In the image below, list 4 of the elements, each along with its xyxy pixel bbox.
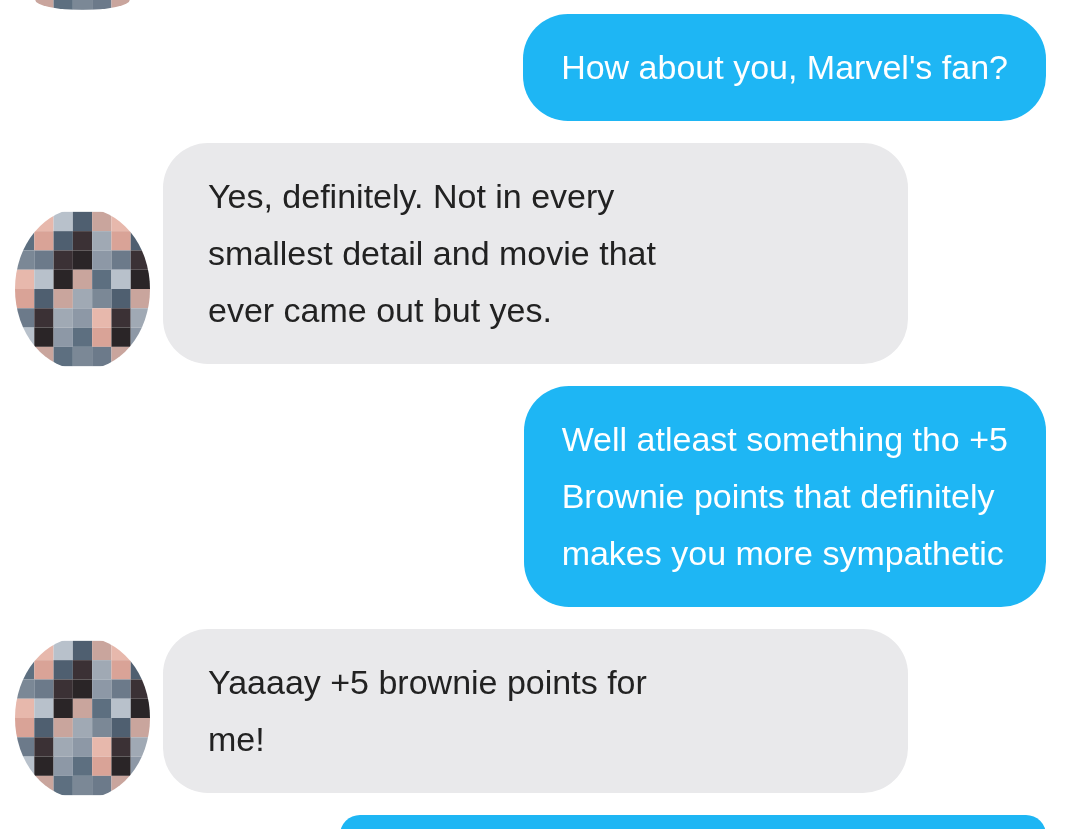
message-text: How about you, Marvel's fan? — [561, 47, 1008, 88]
message-text: Yes, definitely. Not in every smallest detail and movie that ever came out but yes. — [208, 176, 657, 331]
message-text: Well atleast something tho +5 Brownie points that definitely makes you more sympathetic — [561, 419, 1008, 574]
message-text: Yaaaay +5 brownie points for me! — [208, 662, 648, 760]
